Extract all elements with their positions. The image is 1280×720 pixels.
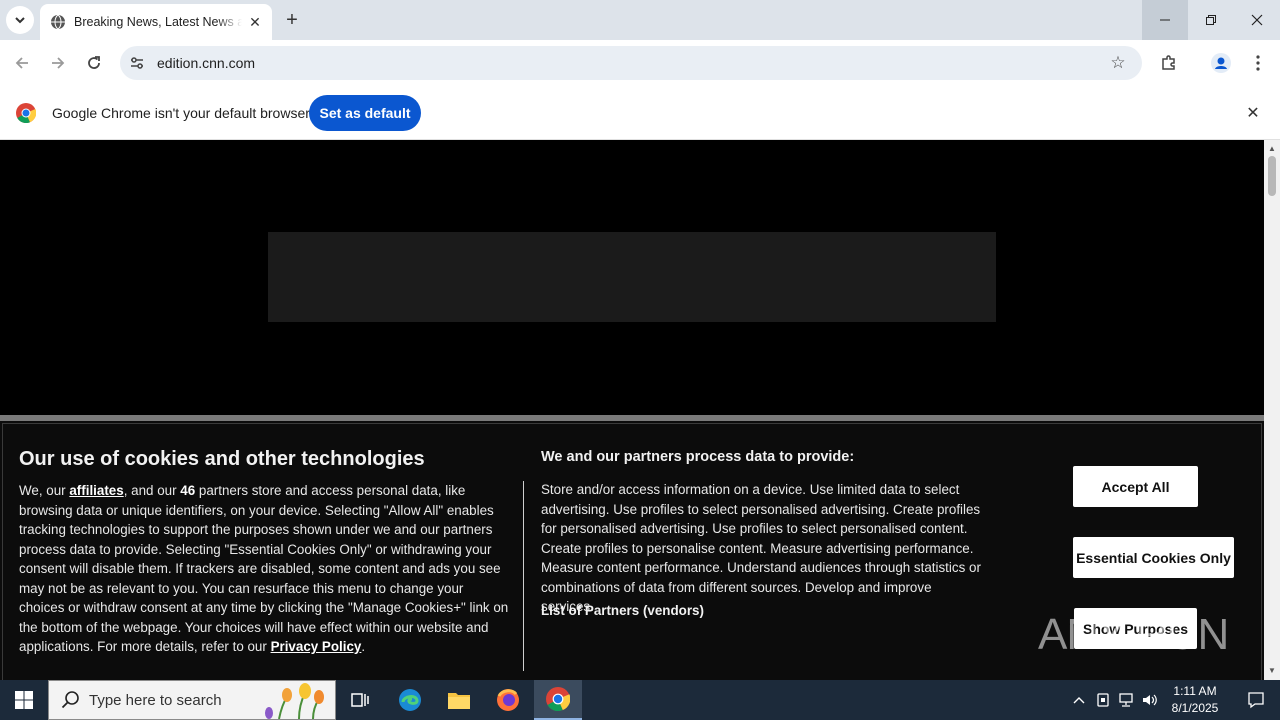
tab-close-icon[interactable]: ✕: [246, 13, 264, 31]
cookie-text-end: .: [361, 639, 366, 654]
site-info-button[interactable]: [126, 52, 148, 74]
back-button[interactable]: [8, 49, 36, 77]
search-placeholder: Type here to search: [89, 691, 222, 709]
affiliates-link[interactable]: affiliates: [69, 483, 123, 498]
network-icon: [1119, 693, 1133, 707]
tab-search-button[interactable]: [6, 6, 34, 34]
minimize-button[interactable]: [1142, 0, 1188, 40]
clock-time: 1:11 AM: [1173, 684, 1217, 698]
purposes-heading: We and our partners process data to prov…: [541, 449, 855, 465]
chevron-up-icon: [1073, 697, 1085, 704]
accept-all-button[interactable]: Accept All: [1073, 466, 1198, 507]
chevron-down-icon: [15, 17, 25, 24]
cookie-text-and-our: , and our: [123, 483, 181, 498]
profile-icon: [1211, 53, 1231, 73]
folder-icon: [448, 693, 470, 709]
new-tab-button[interactable]: +: [280, 8, 304, 32]
essential-cookies-only-button[interactable]: Essential Cookies Only: [1073, 537, 1234, 578]
cookie-divider: [523, 481, 524, 671]
notification-icon: [1248, 692, 1264, 709]
notification-center-button[interactable]: [1232, 680, 1280, 720]
infobar-message: Google Chrome isn't your default browser: [52, 105, 310, 121]
restore-button[interactable]: [1188, 0, 1234, 40]
task-view-icon: [351, 693, 369, 707]
profile-button[interactable]: [1207, 49, 1235, 77]
partner-count: 46: [180, 483, 196, 498]
extensions-button[interactable]: [1155, 49, 1183, 77]
volume-tray-button[interactable]: [1139, 680, 1161, 720]
cookie-text-body: partners store and access personal data,…: [19, 483, 509, 654]
windows-taskbar: Type here to search 1:11 AM 8/1/2025: [0, 680, 1280, 720]
tulips-illustration-icon: [265, 683, 324, 719]
kebab-menu-icon: [1256, 55, 1260, 71]
ad-placeholder: [268, 232, 996, 322]
reload-icon: [88, 56, 100, 69]
tab-title: Breaking News, Latest News and Videos | …: [74, 15, 242, 29]
cookie-banner-title: Our use of cookies and other technologie…: [19, 448, 425, 470]
page-scrollbar[interactable]: ▲ ▼: [1264, 140, 1280, 680]
chrome-icon: [546, 687, 570, 711]
watermark-text: ANY RUN: [1038, 610, 1228, 659]
show-hidden-icons-button[interactable]: [1068, 680, 1090, 720]
edge-icon: [399, 689, 421, 711]
task-view-button[interactable]: [336, 680, 384, 720]
back-arrow-icon: [15, 57, 28, 69]
chrome-logo-icon: [16, 103, 36, 123]
start-button[interactable]: [0, 680, 48, 720]
clock-date: 8/1/2025: [1171, 701, 1219, 715]
anyrun-logo-icon: ANY RUN: [1038, 610, 1229, 659]
firefox-icon: [497, 689, 519, 711]
network-tray-button[interactable]: [1115, 680, 1137, 720]
menu-button[interactable]: [1244, 49, 1272, 77]
page-viewport: Our use of cookies and other technologie…: [0, 140, 1264, 680]
search-icon: [61, 691, 79, 709]
restore-icon: [1206, 15, 1216, 25]
anyrun-watermark: ANY RUN: [1038, 605, 1230, 661]
close-icon: [1251, 14, 1263, 26]
privacy-policy-link[interactable]: Privacy Policy: [271, 639, 362, 654]
bookmark-star-icon[interactable]: ☆: [1106, 51, 1130, 75]
taskbar-search-box[interactable]: Type here to search: [48, 680, 336, 720]
infobar-close-icon[interactable]: ✕: [1243, 103, 1263, 123]
set-as-default-button[interactable]: Set as default: [309, 95, 421, 131]
forward-arrow-icon: [52, 57, 65, 69]
globe-icon: [51, 14, 65, 30]
url-text[interactable]: edition.cnn.com: [157, 55, 255, 71]
speaker-icon: [1143, 694, 1157, 706]
device-icon: [1097, 693, 1109, 707]
edge-taskbar-button[interactable]: [386, 680, 434, 720]
default-browser-infobar: Google Chrome isn't your default browser…: [0, 86, 1280, 140]
address-bar[interactable]: [120, 46, 1142, 80]
minimize-icon: [1160, 19, 1170, 21]
cookie-banner-description: We, our affiliates, and our 46 partners …: [19, 481, 511, 657]
scroll-down-arrow-icon[interactable]: ▼: [1268, 666, 1276, 675]
tab-bar: Breaking News, Latest News and Videos | …: [0, 0, 1280, 40]
close-window-button[interactable]: [1234, 0, 1280, 40]
system-clock[interactable]: 1:11 AM 8/1/2025: [1164, 683, 1226, 717]
file-explorer-taskbar-button[interactable]: [435, 680, 483, 720]
forward-button[interactable]: [44, 49, 72, 77]
browser-tab[interactable]: Breaking News, Latest News and Videos | …: [40, 4, 272, 40]
scroll-up-arrow-icon[interactable]: ▲: [1268, 144, 1276, 153]
windows-logo-icon: [15, 691, 33, 709]
puzzle-icon: [1162, 55, 1175, 70]
list-of-partners-link[interactable]: List of Partners (vendors): [541, 603, 704, 618]
scroll-thumb[interactable]: [1268, 156, 1276, 196]
tune-icon: [131, 57, 143, 69]
firefox-taskbar-button[interactable]: [484, 680, 532, 720]
chrome-taskbar-button[interactable]: [534, 680, 582, 720]
purposes-description: Store and/or access information on a dev…: [541, 482, 981, 614]
cookie-text-intro: We, our: [19, 483, 70, 498]
device-tray-button[interactable]: [1092, 680, 1114, 720]
reload-button[interactable]: [80, 49, 108, 77]
